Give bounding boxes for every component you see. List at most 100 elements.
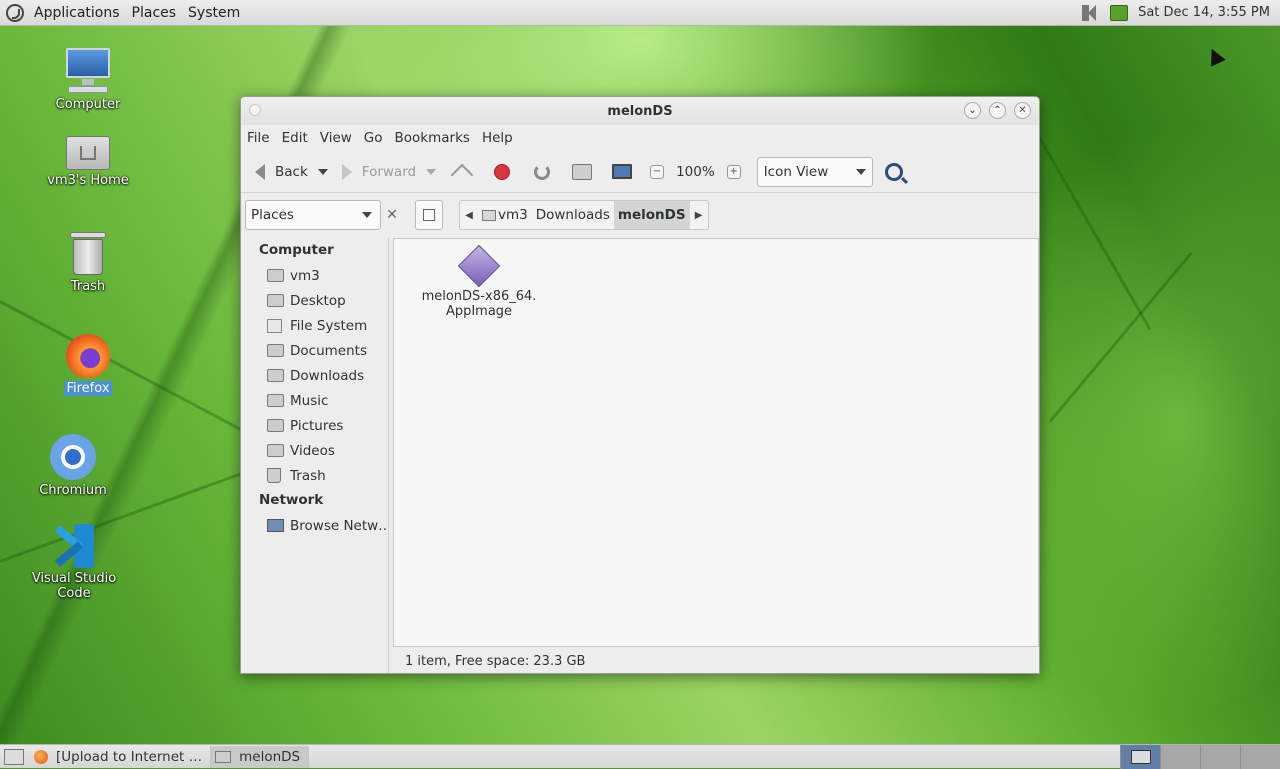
- window-title: melonDS: [607, 103, 673, 119]
- up-arrow-icon[interactable]: [450, 163, 474, 186]
- menu-places[interactable]: Places: [126, 0, 183, 26]
- desktop-icon-home[interactable]: vm3's Home: [28, 132, 148, 188]
- desktop-icon-label: vm3's Home: [47, 173, 129, 188]
- desktop-icon-chromium[interactable]: Chromium: [13, 434, 133, 498]
- show-desktop-icon[interactable]: [4, 748, 24, 765]
- forward-history-dropdown[interactable]: [426, 168, 437, 175]
- sidebar-item-label: vm3: [290, 267, 320, 284]
- taskbar-item-melonds[interactable]: melonDS: [211, 745, 310, 768]
- folder-icon: [267, 369, 284, 382]
- trash-icon: [267, 468, 281, 483]
- desktop-icon-trash[interactable]: Trash: [28, 230, 148, 294]
- computer-icon: [64, 48, 112, 94]
- folder-icon: [215, 750, 232, 763]
- clock[interactable]: Sat Dec 14, 3:55 PM: [1138, 5, 1270, 20]
- file-item-melonds-appimage[interactable]: melonDS-x86_64. AppImage: [414, 244, 544, 319]
- desktop-icon-label: Visual Studio Code: [31, 571, 117, 601]
- menu-go[interactable]: Go: [360, 130, 387, 146]
- sidebar-item-label: File System: [290, 317, 368, 334]
- close-button[interactable]: ✕: [1014, 102, 1031, 119]
- workspace-4[interactable]: [1240, 744, 1280, 769]
- breadcrumb-right-icon[interactable]: ▶: [690, 210, 708, 221]
- sidebar-places-select[interactable]: Places: [245, 200, 381, 230]
- menu-bookmarks[interactable]: Bookmarks: [391, 130, 474, 146]
- home-icon: [482, 209, 496, 221]
- window-menu-icon[interactable]: [249, 104, 261, 116]
- workspace-3[interactable]: [1200, 744, 1240, 769]
- desktop-icon-label: Firefox: [64, 381, 112, 396]
- workspace-switcher: [1120, 744, 1280, 769]
- menu-system[interactable]: System: [182, 0, 246, 26]
- file-manager-window: melonDS ⌄ ⌃ ✕ File Edit View Go Bookmark…: [240, 96, 1040, 674]
- desktop-icon-vscode[interactable]: Visual Studio Code: [14, 524, 134, 601]
- sidebar-item-documents[interactable]: Documents: [241, 338, 388, 363]
- desktop-icon-computer[interactable]: Computer: [28, 48, 148, 112]
- stop-icon[interactable]: [494, 163, 511, 180]
- menu-edit[interactable]: Edit: [278, 130, 312, 146]
- close-sidebar-icon[interactable]: ✕: [381, 200, 403, 230]
- volume-icon[interactable]: [1082, 4, 1101, 21]
- file-view[interactable]: melonDS-x86_64. AppImage: [393, 238, 1039, 647]
- home-folder-icon: [66, 132, 110, 170]
- breadcrumb-left-icon[interactable]: ◀: [460, 210, 478, 221]
- workspace-2[interactable]: [1160, 744, 1200, 769]
- zoom-in-button[interactable]: +: [726, 164, 741, 179]
- sidebar-item-label: Browse Netw…: [290, 517, 388, 534]
- menu-file[interactable]: File: [243, 130, 274, 146]
- zoom-level: 100%: [676, 163, 715, 180]
- sidebar-item-pictures[interactable]: Pictures: [241, 413, 388, 438]
- vscode-icon: [52, 524, 96, 568]
- menubar: File Edit View Go Bookmarks Help: [241, 125, 1039, 151]
- zoom-out-button[interactable]: −: [650, 164, 665, 179]
- taskbar-item-firefox[interactable]: [Upload to Internet …: [30, 745, 212, 768]
- menu-applications[interactable]: Applications: [28, 0, 126, 26]
- chevron-down-icon: [855, 168, 866, 175]
- network-icon[interactable]: [1110, 4, 1129, 21]
- sidebar-item-music[interactable]: Music: [241, 388, 388, 413]
- back-label: Back: [275, 163, 308, 180]
- window-titlebar[interactable]: melonDS ⌄ ⌃ ✕: [241, 97, 1039, 125]
- sidebar-item-videos[interactable]: Videos: [241, 438, 388, 463]
- desktop-icon-firefox[interactable]: Firefox: [28, 334, 148, 396]
- maximize-button[interactable]: ⌃: [989, 102, 1006, 119]
- sidebar-item-vm3[interactable]: vm3: [241, 263, 388, 288]
- view-mode-value: Icon View: [763, 163, 829, 180]
- breadcrumb: ◀ vm3 Downloads melonDS ▶: [459, 200, 709, 230]
- breadcrumb-melonds[interactable]: melonDS: [613, 201, 690, 229]
- back-button[interactable]: Back: [249, 157, 314, 187]
- folder-icon: [267, 394, 284, 407]
- desktop-icon-label: Computer: [55, 97, 121, 112]
- menu-view[interactable]: View: [316, 130, 356, 146]
- home-icon[interactable]: [572, 163, 593, 180]
- distro-logo-icon[interactable]: [6, 3, 24, 22]
- breadcrumb-downloads[interactable]: Downloads: [532, 201, 614, 229]
- search-icon[interactable]: [884, 162, 903, 181]
- desktop-icon-label: Trash: [70, 279, 106, 294]
- sidebar-item-desktop[interactable]: Desktop: [241, 288, 388, 313]
- computer-icon[interactable]: [612, 164, 633, 179]
- sidebar-item-downloads[interactable]: Downloads: [241, 363, 388, 388]
- breadcrumb-vm3[interactable]: vm3: [478, 201, 532, 229]
- trash-icon: [70, 230, 106, 276]
- view-mode-select[interactable]: Icon View: [756, 156, 873, 187]
- reload-icon[interactable]: [534, 163, 551, 180]
- taskbar-item-label: melonDS: [239, 748, 301, 765]
- workspace-1[interactable]: [1120, 744, 1160, 769]
- edit-location-button[interactable]: [415, 200, 443, 230]
- folder-icon: [267, 294, 284, 307]
- pencil-icon: [423, 209, 435, 221]
- forward-button[interactable]: Forward: [336, 157, 422, 187]
- sidebar-item-file-system[interactable]: File System: [241, 313, 388, 338]
- back-history-dropdown[interactable]: [317, 168, 328, 175]
- sidebar-item-trash[interactable]: Trash: [241, 463, 388, 488]
- chevron-down-icon: [362, 212, 372, 218]
- file-name-line1: melonDS-x86_64.: [421, 289, 537, 304]
- desktop-icon-label: Chromium: [39, 483, 107, 498]
- forward-label: Forward: [361, 163, 417, 180]
- file-name-line2: AppImage: [445, 304, 513, 319]
- window-controls: ⌄ ⌃ ✕: [964, 102, 1031, 119]
- sidebar-item-browse-network[interactable]: Browse Netw…: [241, 513, 388, 538]
- sidebar-item-label: Music: [290, 392, 329, 409]
- menu-help[interactable]: Help: [478, 130, 517, 146]
- minimize-button[interactable]: ⌄: [964, 102, 981, 119]
